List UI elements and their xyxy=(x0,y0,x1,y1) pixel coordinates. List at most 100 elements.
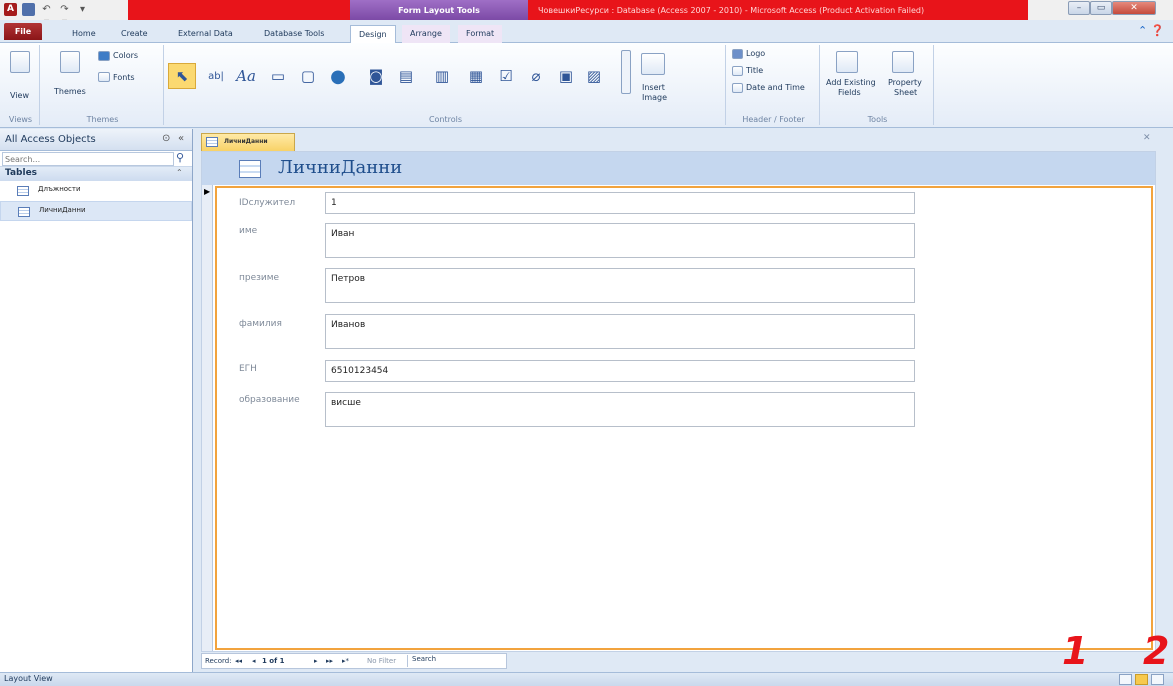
text-box-control-icon[interactable]: ab| xyxy=(202,63,230,89)
property-sheet-icon[interactable] xyxy=(892,51,914,73)
field-label[interactable]: презиме xyxy=(239,273,279,283)
tab-create[interactable]: Create xyxy=(113,25,156,43)
form-detail-section[interactable]: IDслужител 1 име Иван презиме Петров фам… xyxy=(215,186,1153,650)
close-button[interactable]: ✕ xyxy=(1112,1,1156,15)
form-title[interactable]: ЛичниДанни xyxy=(278,157,402,178)
close-document-icon[interactable]: ✕ xyxy=(1143,133,1151,143)
minimize-button[interactable]: – xyxy=(1068,1,1090,15)
first-record-button[interactable]: ◂◂ xyxy=(235,657,242,665)
logo-button[interactable]: Logo xyxy=(746,49,765,58)
quick-access-dropdown-icon[interactable]: ▾ xyxy=(76,3,89,16)
add-existing-fields-icon[interactable] xyxy=(836,51,858,73)
nav-item-dlazhnosti[interactable]: Длъжности xyxy=(0,181,192,201)
controls-scroll[interactable] xyxy=(621,50,631,94)
last-record-button[interactable]: ▸▸ xyxy=(326,657,333,665)
add-existing-fields-label[interactable]: Add Existing xyxy=(826,78,876,87)
option-group-control-icon[interactable]: ▥ xyxy=(428,63,456,89)
tab-file[interactable]: File xyxy=(4,23,42,40)
current-record-arrow-icon: ▶ xyxy=(204,187,211,196)
no-filter-indicator[interactable]: No Filter xyxy=(367,657,396,665)
maximize-button[interactable]: ▭ xyxy=(1090,1,1112,15)
tab-arrange[interactable]: Arrange xyxy=(402,25,450,43)
design-view-button[interactable] xyxy=(1151,674,1164,685)
tab-design[interactable]: Design xyxy=(350,25,396,43)
tab-home[interactable]: Home xyxy=(64,25,104,43)
field-egn[interactable]: 6510123454 xyxy=(325,360,915,382)
themes-button[interactable]: Themes xyxy=(54,87,86,96)
tab-control-icon[interactable]: ▢ xyxy=(294,63,322,89)
field-label[interactable]: фамилия xyxy=(239,319,282,329)
view-icon[interactable] xyxy=(10,51,30,73)
navigation-control-icon[interactable]: ▤ xyxy=(392,63,420,89)
web-browser-control-icon[interactable]: ◙ xyxy=(362,63,390,89)
table-icon xyxy=(17,186,29,196)
insert-image-icon[interactable] xyxy=(641,53,665,75)
search-icon[interactable]: ⚲ xyxy=(176,151,184,164)
next-record-button[interactable]: ▸ xyxy=(314,657,318,665)
field-obrazovanie[interactable]: висше xyxy=(325,392,915,427)
title-button[interactable]: Title xyxy=(746,66,763,75)
undo-icon[interactable]: ↶ ▾ xyxy=(40,3,53,28)
select-pointer-icon[interactable]: ⬉ xyxy=(168,63,196,89)
date-time-button[interactable]: Date and Time xyxy=(746,83,805,92)
controls-group-label: Controls xyxy=(428,115,463,124)
tab-database-tools[interactable]: Database Tools xyxy=(256,25,332,43)
title-icon xyxy=(732,66,743,76)
redo-icon[interactable]: ↷ ▾ xyxy=(58,3,71,28)
form-view-button[interactable] xyxy=(1119,674,1132,685)
field-familiya[interactable]: Иванов xyxy=(325,314,915,349)
property-sheet-label-2[interactable]: Sheet xyxy=(894,88,917,97)
button-control-icon[interactable]: ▭ xyxy=(264,63,292,89)
field-ime[interactable]: Иван xyxy=(325,223,915,258)
field-label[interactable]: IDслужител xyxy=(239,198,295,208)
views-group: View Views xyxy=(2,45,40,125)
combo-box-control-icon[interactable]: ▦ xyxy=(462,63,490,89)
nav-item-label: ЛичниДанни xyxy=(39,206,86,214)
label-control-icon[interactable]: Aa xyxy=(232,63,260,89)
check-box-control-icon[interactable]: ☑ xyxy=(492,63,520,89)
save-icon[interactable] xyxy=(22,3,35,16)
field-label[interactable]: име xyxy=(239,226,257,236)
fonts-button[interactable]: Fonts xyxy=(113,73,135,82)
fonts-icon xyxy=(98,72,110,82)
access-logo-icon[interactable]: A xyxy=(4,3,17,16)
record-position[interactable]: 1 of 1 xyxy=(262,657,284,665)
annotation-2: 2 xyxy=(1143,629,1170,673)
nav-title[interactable]: All Access Objects xyxy=(5,134,96,145)
field-label[interactable]: ЕГН xyxy=(239,364,257,374)
hyperlink-control-icon[interactable]: ● xyxy=(324,63,352,89)
colors-icon xyxy=(98,51,110,61)
section-collapse-icon[interactable]: ⌃ xyxy=(176,168,183,177)
list-box-control-icon[interactable]: ▣ xyxy=(552,63,580,89)
record-navigation-bar: Record: ◂◂ ◂ 1 of 1 ▸ ▸▸ ▸* No Filter Se… xyxy=(201,653,507,669)
property-sheet-label[interactable]: Property xyxy=(888,78,922,87)
colors-button[interactable]: Colors xyxy=(113,51,138,60)
tab-external-data[interactable]: External Data xyxy=(170,25,241,43)
record-selector[interactable]: ▶ xyxy=(202,185,213,651)
attachment-control-icon[interactable]: ⌀ xyxy=(522,63,550,89)
document-tab-label: ЛичниДанни xyxy=(224,138,268,145)
themes-icon[interactable] xyxy=(60,51,80,73)
controls-group: ⬉ ab| Aa ▭ ▢ ● ◙ ▤ ▥ ▦ ☑ ⌀ ▣ ▨ Insert Im… xyxy=(166,45,726,125)
view-button[interactable]: View xyxy=(10,91,29,100)
record-search-box[interactable]: Search xyxy=(407,655,503,667)
field-prezime[interactable]: Петров xyxy=(325,268,915,303)
add-existing-fields-label-2[interactable]: Fields xyxy=(838,88,861,97)
insert-image-label[interactable]: Insert xyxy=(642,83,665,92)
field-label[interactable]: образование xyxy=(239,395,300,405)
document-tab[interactable]: ЛичниДанни xyxy=(201,133,295,151)
previous-record-button[interactable]: ◂ xyxy=(252,657,256,665)
nav-collapse-icon[interactable]: « xyxy=(178,133,184,144)
image-control-icon[interactable]: ▨ xyxy=(580,63,608,89)
help-icon[interactable]: ⌃ ❓ xyxy=(1138,24,1164,37)
field-id[interactable]: 1 xyxy=(325,192,915,214)
tab-format[interactable]: Format xyxy=(458,25,503,43)
insert-image-label-2[interactable]: Image xyxy=(642,93,667,102)
new-record-button[interactable]: ▸* xyxy=(342,657,349,665)
tables-section-header[interactable]: Tables ⌃ xyxy=(0,167,192,181)
search-input[interactable] xyxy=(2,152,174,166)
nav-dropdown-icon[interactable]: ⊙ xyxy=(162,133,170,144)
nav-item-lichni-danni[interactable]: ЛичниДанни xyxy=(0,201,192,221)
layout-view-button[interactable] xyxy=(1135,674,1148,685)
form: ЛичниДанни ▶ IDслужител 1 име Иван прези… xyxy=(201,151,1156,652)
